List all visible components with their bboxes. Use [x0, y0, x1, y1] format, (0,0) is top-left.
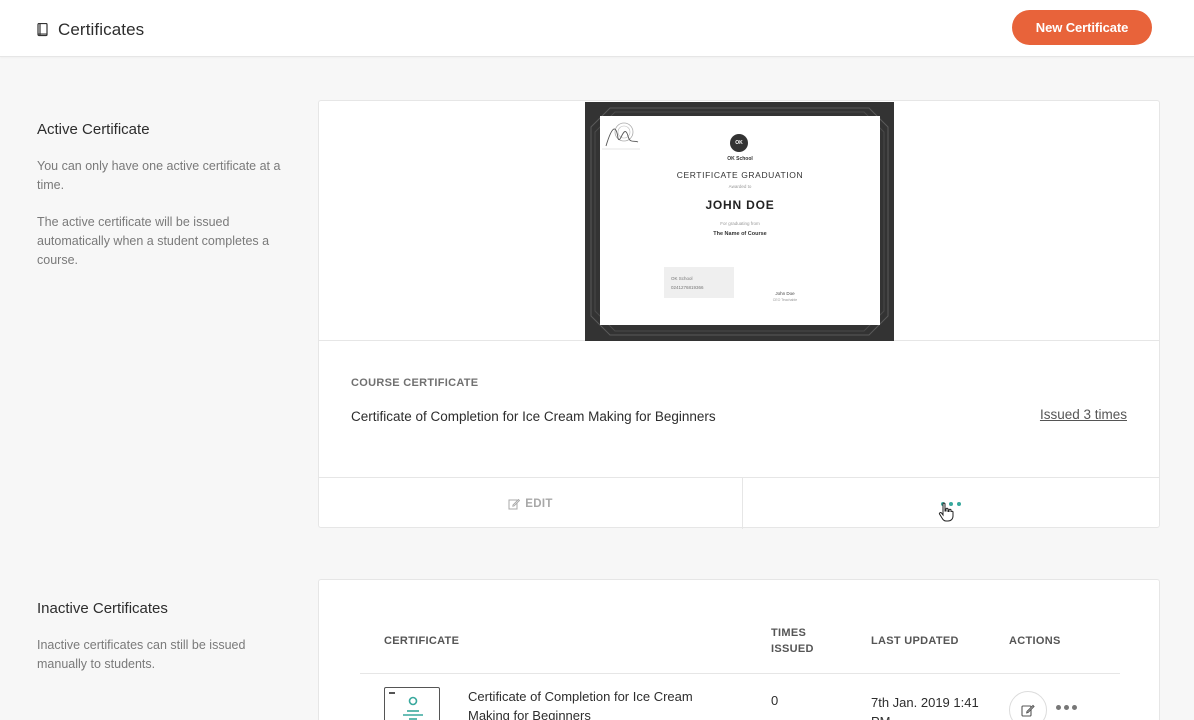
- active-certificate-heading: Active Certificate: [37, 121, 150, 138]
- edit-certificate-button[interactable]: EDIT: [319, 478, 743, 529]
- row-more-options-icon[interactable]: [1056, 705, 1080, 711]
- thumb-bar: [389, 692, 395, 694]
- active-card-actions: EDIT: [319, 477, 1159, 529]
- column-header-certificate: CERTIFICATE: [384, 635, 460, 647]
- inactive-certificates-card: CERTIFICATE TIMES ISSUED LAST UPDATED AC…: [318, 579, 1160, 720]
- row-edit-button[interactable]: [1009, 691, 1047, 720]
- inactive-certificates-heading: Inactive Certificates: [37, 600, 168, 617]
- certificate-badge-icon: [403, 696, 423, 720]
- active-certificate-card: OK OK School CERTIFICATE GRADUATION Awar…: [318, 100, 1160, 529]
- book-icon: [37, 23, 48, 37]
- certificate-paper: OK OK School CERTIFICATE GRADUATION Awar…: [600, 116, 880, 325]
- hand-cursor-icon: [938, 502, 954, 522]
- active-certificate-name: Certificate of Completion for Ice Cream …: [351, 409, 716, 424]
- cert-signer-name: John Doe: [775, 291, 795, 296]
- cert-school-name: OK School: [727, 156, 753, 162]
- top-bar: Certificates New Certificate: [0, 0, 1194, 57]
- pencil-icon: [508, 498, 521, 509]
- active-certificate-desc-1: You can only have one active certificate…: [37, 159, 281, 192]
- page-title-wrap: Certificates: [37, 20, 144, 40]
- inactive-certificates-desc: Inactive certificates can still be issue…: [37, 638, 246, 671]
- more-dot: [1072, 705, 1077, 710]
- more-dot: [1056, 705, 1061, 710]
- column-header-times-issued: TIMES ISSUED: [771, 627, 814, 655]
- new-certificate-button[interactable]: New Certificate: [1012, 10, 1152, 45]
- cert-signer-role: CEO Teachable: [772, 298, 798, 302]
- cert-id-number: 0241276819366: [671, 285, 704, 290]
- cert-course-name: The Name of Course: [713, 231, 767, 237]
- row-last-updated: 7th Jan. 2019 1:41 PM: [871, 695, 979, 720]
- column-header-actions: ACTIONS: [1009, 635, 1061, 647]
- edit-label: EDIT: [525, 497, 553, 510]
- row-times-issued: 0: [771, 693, 779, 708]
- school-logo: OK: [730, 134, 748, 152]
- cert-awarded-to: Awarded to: [728, 184, 752, 189]
- cert-recipient-name: JOHN DOE: [705, 198, 775, 212]
- active-certificate-desc-2: The active certificate will be issued au…: [37, 215, 270, 267]
- cert-for-text: For graduating from: [720, 221, 760, 226]
- certificate-thumbnail: [384, 687, 440, 720]
- table-header-divider: [360, 673, 1120, 674]
- more-options-button[interactable]: [743, 478, 1159, 529]
- page-title: Certificates: [58, 20, 145, 39]
- signature-seal-icon: [602, 122, 640, 150]
- cert-title: CERTIFICATE GRADUATION: [676, 170, 804, 180]
- more-dot: [1064, 705, 1069, 710]
- certificate-preview[interactable]: OK OK School CERTIFICATE GRADUATION Awar…: [585, 102, 894, 341]
- certificate-preview-area: OK OK School CERTIFICATE GRADUATION Awar…: [319, 101, 1159, 341]
- row-certificate-name[interactable]: Certificate of Completion for Ice Cream …: [468, 687, 738, 720]
- issued-count-link[interactable]: Issued 3 times: [1040, 407, 1127, 422]
- column-header-last-updated: LAST UPDATED: [871, 635, 959, 647]
- cert-id-school: OK School: [671, 276, 693, 281]
- pencil-icon: [1021, 704, 1035, 717]
- certificate-type-label: COURSE CERTIFICATE: [351, 377, 479, 389]
- cert-id-box: OK School 0241276819366: [664, 267, 734, 298]
- more-dot: [957, 502, 961, 506]
